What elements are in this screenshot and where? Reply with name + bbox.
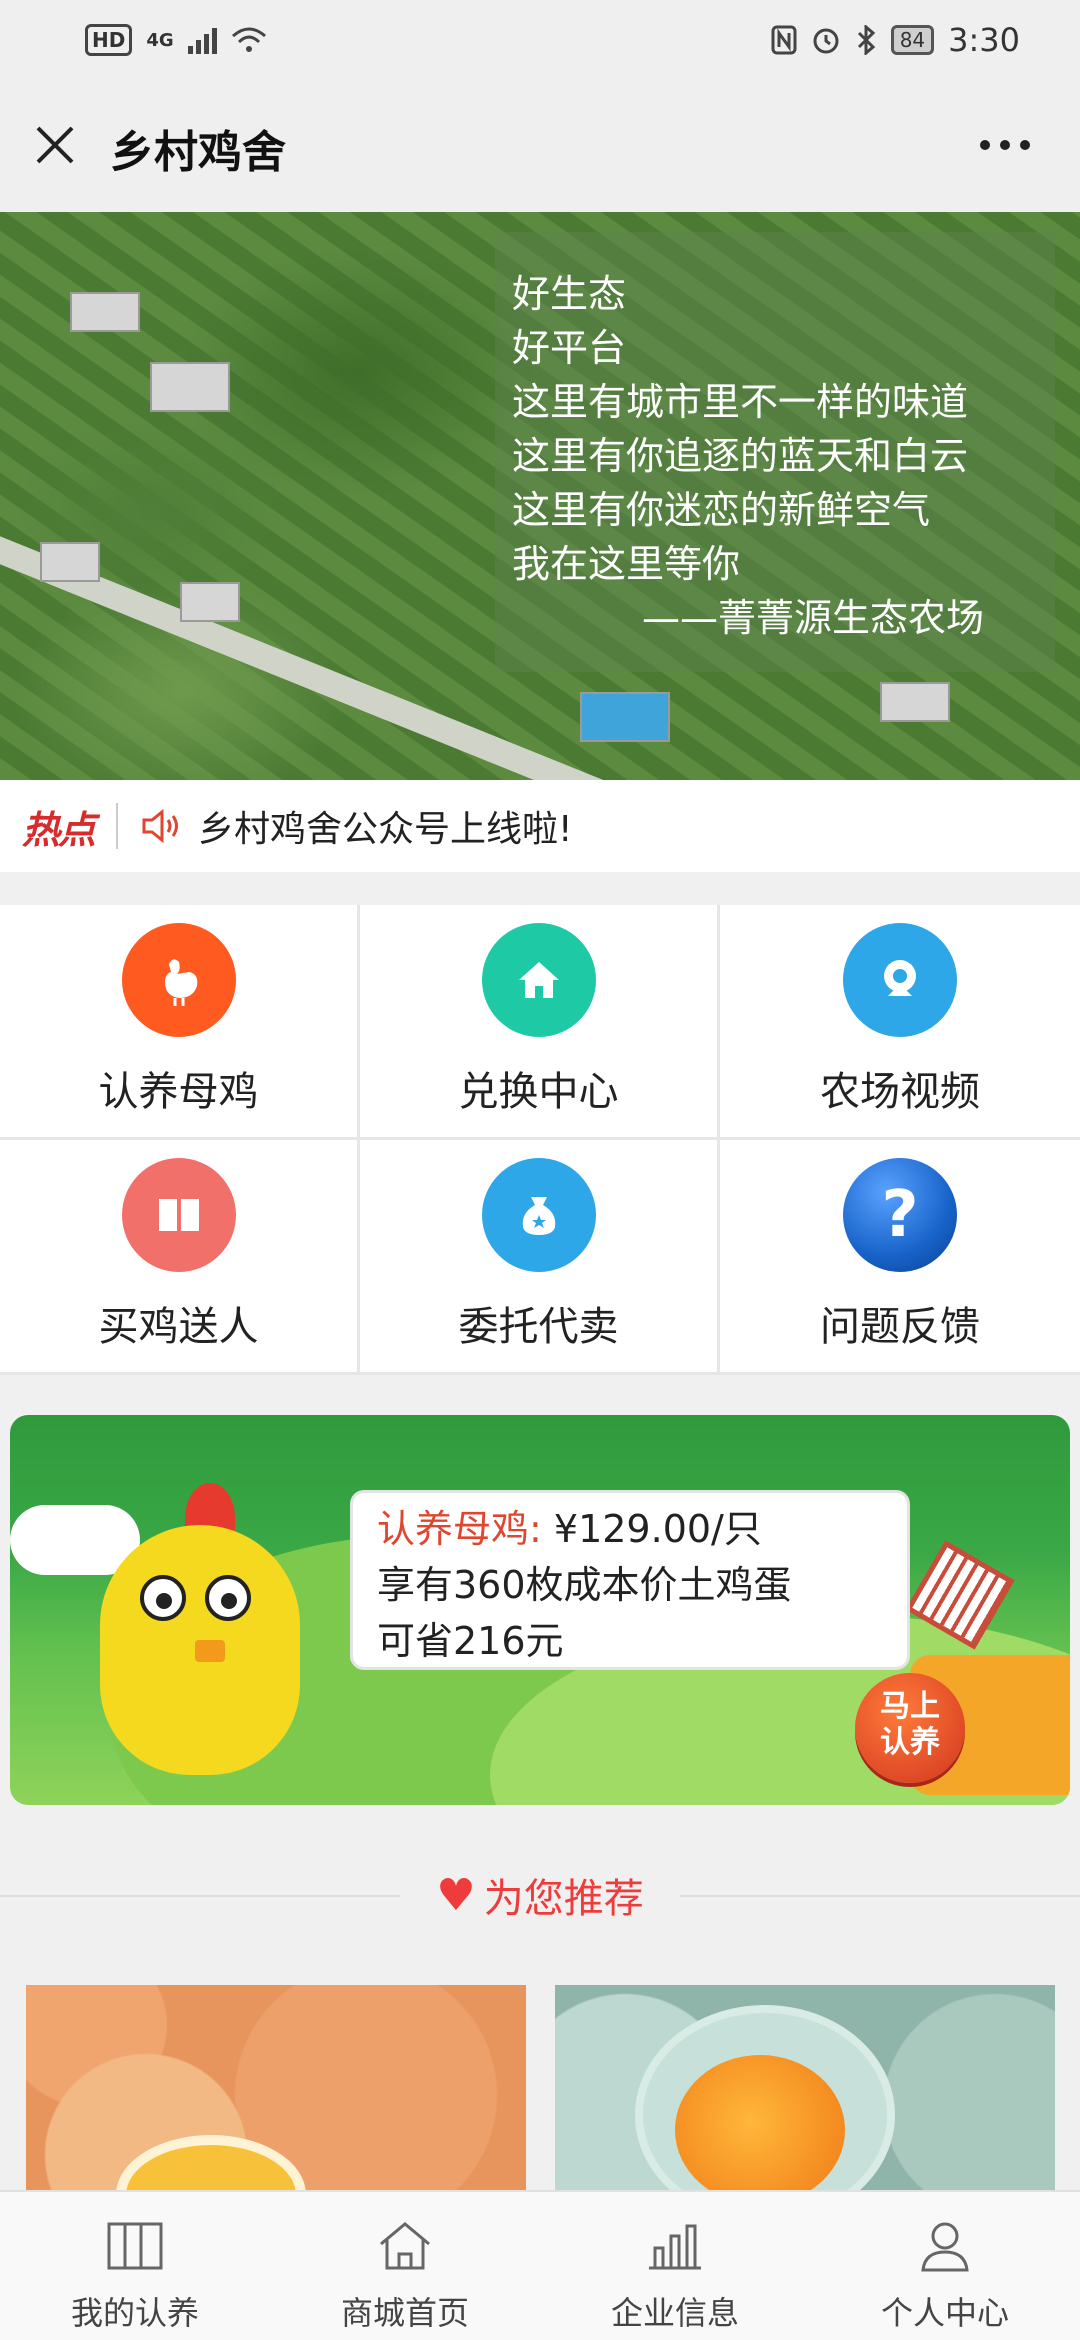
- adopt-now-line2: 认养: [880, 1725, 940, 1760]
- speaker-icon: [142, 808, 179, 844]
- product-image: [116, 2135, 306, 2195]
- menu-item-label: 兑换中心: [458, 1069, 619, 1115]
- home-icon: [481, 923, 596, 1037]
- tab-label: 商城首页: [340, 2294, 469, 2332]
- tab-company-info[interactable]: 企业信息: [540, 2192, 810, 2340]
- banner-line: 好生态: [512, 272, 627, 316]
- bluetooth-icon: [857, 25, 875, 55]
- banner-line: 好平台: [512, 326, 627, 370]
- clock: 3:30: [948, 21, 1020, 59]
- signal-icon: [187, 26, 217, 54]
- product-image-yolk: [675, 2055, 845, 2195]
- menu-item-consign-sale[interactable]: 委托代卖: [360, 1140, 720, 1375]
- banner-house-graphic: [580, 692, 670, 742]
- more-menu-button[interactable]: [980, 140, 1030, 150]
- banner-house-graphic: [40, 542, 100, 582]
- tab-mall-home[interactable]: 商城首页: [270, 2192, 540, 2340]
- status-left: HD 4G: [85, 24, 267, 56]
- tab-label: 我的认养: [70, 2294, 199, 2332]
- question-icon: ?: [843, 1158, 957, 1272]
- chicken-icon: [121, 923, 236, 1037]
- banner-house-graphic: [180, 582, 240, 622]
- dot-icon: [1020, 140, 1030, 150]
- columns-icon: [107, 2222, 163, 2270]
- book-icon: [121, 1158, 236, 1272]
- tab-label: 企业信息: [610, 2294, 739, 2332]
- menu-item-label: 委托代卖: [458, 1304, 619, 1350]
- menu-item-label: 认养母鸡: [98, 1069, 259, 1115]
- banner-house-graphic: [880, 682, 950, 722]
- tab-label: 个人中心: [880, 2294, 1009, 2332]
- page-title: 乡村鸡舍: [110, 127, 286, 178]
- chick-beak: [195, 1640, 225, 1662]
- banner-house-graphic: [70, 292, 140, 332]
- menu-item-feedback[interactable]: ? 问题反馈: [720, 1140, 1080, 1375]
- news-ticker[interactable]: 热点 乡村鸡舍公众号上线啦!: [0, 780, 1080, 872]
- dot-icon: [1000, 140, 1010, 150]
- wifi-icon: [231, 27, 266, 52]
- hd-badge: HD: [85, 24, 133, 56]
- promo-title: 认养母鸡:: [377, 1507, 542, 1551]
- divider: [116, 803, 119, 849]
- product-card[interactable]: [26, 1985, 526, 2195]
- banner-line: 我在这里等你: [512, 542, 741, 586]
- banner-line: 这里有城市里不一样的味道: [512, 380, 969, 424]
- menu-item-label: 问题反馈: [820, 1304, 980, 1350]
- menu-item-label: 买鸡送人: [98, 1304, 259, 1350]
- promo-banner[interactable]: 认养母鸡: ¥129.00/只 享有360枚成本价土鸡蛋 可省216元 马上 认…: [10, 1415, 1070, 1805]
- promo-price: ¥129.00/只: [553, 1507, 762, 1551]
- status-right: 84 3:30: [771, 21, 1020, 59]
- adopt-now-button[interactable]: 马上 认养: [855, 1673, 965, 1783]
- banner-line: 这里有你迷恋的新鲜空气: [512, 488, 931, 532]
- chick-eye: [205, 1575, 251, 1621]
- adopt-now-line1: 马上: [880, 1689, 940, 1724]
- person-icon: [921, 2222, 969, 2272]
- news-text: 乡村鸡舍公众号上线啦!: [198, 809, 573, 850]
- alarm-icon: [813, 28, 839, 54]
- banner-line: 这里有你追逐的蓝天和白云: [512, 434, 969, 478]
- tab-my-adoption[interactable]: 我的认养: [0, 2192, 270, 2340]
- battery-indicator: 84: [890, 25, 935, 55]
- close-icon[interactable]: [30, 120, 80, 170]
- tab-personal-center[interactable]: 个人中心: [810, 2192, 1080, 2340]
- product-card[interactable]: [555, 1985, 1055, 2195]
- promo-benefit: 享有360枚成本价土鸡蛋: [377, 1563, 792, 1607]
- banner-carousel[interactable]: 好生态 好平台 这里有城市里不一样的味道 这里有你追逐的蓝天和白云 这里有你迷恋…: [0, 212, 1080, 780]
- home-outline-icon: [380, 2222, 430, 2270]
- bottom-tab-bar: 我的认养 商城首页 企业信息 个人中心: [0, 2190, 1080, 2340]
- recommend-title: 为您推荐: [483, 1876, 644, 1922]
- nfc-icon: [771, 25, 797, 55]
- banner-slogan: 好生态 好平台 这里有城市里不一样的味道 这里有你追逐的蓝天和白云 这里有你迷恋…: [512, 267, 984, 645]
- dot-icon: [980, 140, 990, 150]
- menu-item-farm-video[interactable]: 农场视频: [720, 905, 1080, 1140]
- status-bar: HD 4G 84 3:30: [0, 0, 1080, 80]
- chick-eye: [140, 1575, 186, 1621]
- banner-signature: ——菁菁源生态农场: [642, 596, 985, 640]
- heart-icon: ♥: [436, 1869, 476, 1921]
- bar-chart-icon: [649, 2224, 701, 2270]
- nav-bar: 乡村鸡舍: [0, 80, 1080, 212]
- feature-grid: 认养母鸡 兑换中心 农场视频 买鸡送人 委托代卖 ? 问题反馈: [0, 905, 1080, 1375]
- camera-icon: [843, 923, 957, 1037]
- menu-item-adopt-hen[interactable]: 认养母鸡: [0, 905, 360, 1140]
- banner-house-graphic: [150, 362, 230, 412]
- menu-item-label: 农场视频: [820, 1069, 980, 1115]
- recommend-section-header: ♥ 为您推荐: [0, 1860, 1080, 1930]
- menu-item-exchange-center[interactable]: 兑换中心: [360, 905, 720, 1140]
- network-type: 4G: [146, 29, 174, 51]
- hot-tag: 热点: [22, 807, 96, 852]
- menu-item-gift-chicken[interactable]: 买鸡送人: [0, 1140, 360, 1375]
- promo-card: 认养母鸡: ¥129.00/只 享有360枚成本价土鸡蛋 可省216元: [350, 1490, 910, 1670]
- promo-saving: 可省216元: [377, 1619, 564, 1663]
- money-bag-icon: [481, 1158, 596, 1272]
